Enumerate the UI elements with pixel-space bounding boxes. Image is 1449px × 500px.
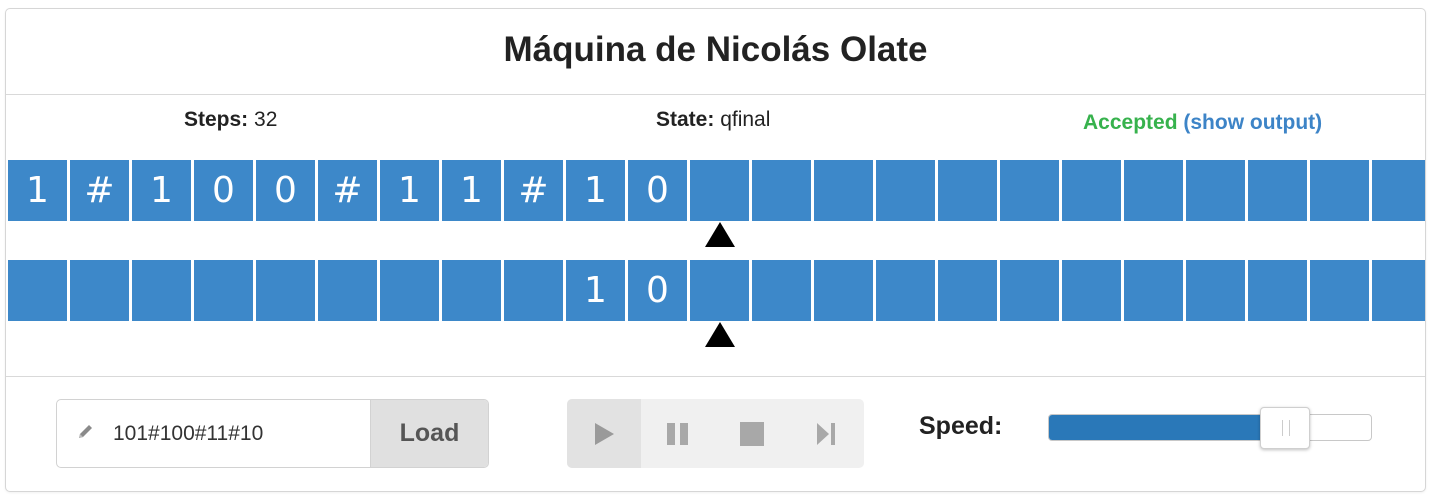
tape-cell (132, 260, 191, 321)
tape-cell (1124, 160, 1183, 221)
tape-cell (70, 260, 129, 321)
tape-head-1-icon (704, 222, 735, 247)
speed-slider-handle[interactable] (1260, 407, 1310, 449)
tape-cell (1124, 260, 1183, 321)
tape-cell (876, 260, 935, 321)
speed-label: Speed: (919, 412, 1003, 440)
tape-cell: 1 (132, 160, 191, 221)
tape-cell: 0 (628, 160, 687, 221)
step-icon (817, 422, 835, 445)
tape-cell (380, 260, 439, 321)
step-button[interactable] (789, 399, 863, 468)
stop-button[interactable] (715, 399, 789, 468)
tape-cell (1310, 260, 1369, 321)
load-button[interactable]: Load (370, 400, 488, 467)
tape-cell (1062, 160, 1121, 221)
tape-cell: 0 (628, 260, 687, 321)
tape-head-2-icon (704, 322, 735, 347)
tape-cell (1062, 260, 1121, 321)
tape-cell: 1 (380, 160, 439, 221)
tape-cell (1186, 260, 1245, 321)
tape-cell (1310, 160, 1369, 221)
speed-slider[interactable] (1048, 407, 1372, 449)
tape-cell: 0 (256, 160, 315, 221)
tape-cell (194, 260, 253, 321)
pencil-icon (77, 422, 95, 440)
tape-cell: # (318, 160, 377, 221)
tape-cell (1000, 160, 1059, 221)
tape-cell (1000, 260, 1059, 321)
tape-cell (8, 260, 67, 321)
tape-cell (1248, 160, 1307, 221)
tape-cell (752, 260, 811, 321)
tape-cell (318, 260, 377, 321)
show-output-link[interactable]: (show output) (1183, 111, 1322, 134)
pause-icon (667, 422, 688, 445)
play-icon (595, 422, 614, 445)
tape-cell: # (504, 160, 563, 221)
tape-1: 1 #1 0 0 #1 1 #1 0 (8, 160, 1425, 221)
tape-cell: 1 (566, 160, 625, 221)
divider (6, 376, 1425, 377)
tape-cell: 1 (8, 160, 67, 221)
play-button[interactable] (567, 399, 641, 468)
speed-slider-fill (1049, 415, 1265, 440)
tape-cell (1248, 260, 1307, 321)
tape-input-field[interactable] (113, 400, 368, 467)
tape-cell: # (70, 160, 129, 221)
page-title: Máquina de Nicolás Olate (503, 30, 928, 69)
playback-controls (567, 399, 864, 468)
steps-label: Steps: (184, 108, 249, 131)
turing-machine-panel: Máquina de Nicolás Olate Steps: 32 State… (5, 8, 1426, 492)
current-state: State: qfinal (656, 108, 770, 132)
tape-cell (504, 260, 563, 321)
tape-cell (690, 160, 749, 221)
tape-cell (442, 260, 501, 321)
tape-cell: 1 (442, 160, 501, 221)
tape-cell (1186, 160, 1245, 221)
tape-cell: 0 (194, 160, 253, 221)
grip-icon (1282, 420, 1290, 436)
tape-input-group: Load (56, 399, 489, 468)
divider (6, 94, 1425, 95)
pause-button[interactable] (641, 399, 715, 468)
tape-cell (690, 260, 749, 321)
tape-cell (876, 160, 935, 221)
tape-cell (814, 160, 873, 221)
state-value: qfinal (720, 108, 771, 131)
tape-2: 10 (8, 260, 1425, 321)
tape-cell (256, 260, 315, 321)
tape-cell (938, 160, 997, 221)
state-label: State: (656, 108, 715, 131)
tape-cell: 1 (566, 260, 625, 321)
tape-cell (1372, 260, 1425, 321)
steps-counter: Steps: 32 (184, 108, 277, 132)
accepted-label: Accepted (1083, 111, 1178, 134)
tape-cell (1372, 160, 1425, 221)
result-status: Accepted (show output) (1083, 111, 1322, 135)
tape-cell (752, 160, 811, 221)
steps-value: 32 (254, 108, 278, 131)
tape-cell (814, 260, 873, 321)
tape-cell (938, 260, 997, 321)
stop-icon (740, 421, 764, 446)
